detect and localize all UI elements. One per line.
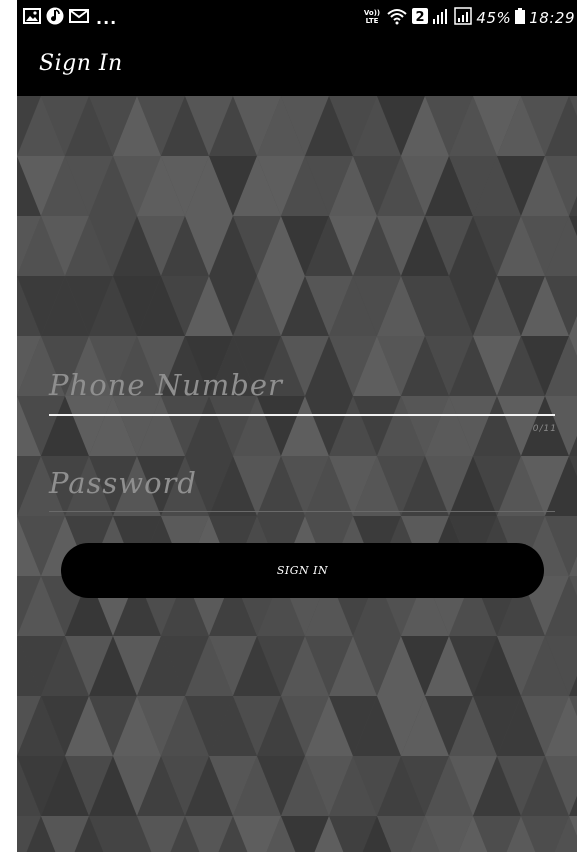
phone-number-field[interactable]: Phone Number 0/11 [49, 366, 557, 436]
mail-icon [69, 8, 89, 28]
password-field[interactable]: Password [49, 462, 555, 522]
svg-text:2: 2 [416, 10, 425, 24]
svg-text:LTE: LTE [366, 17, 379, 25]
system-status-area: Vo)) LTE 2 45% 18:29 [362, 6, 575, 30]
page-title: Sign In [39, 51, 123, 76]
clock: 18:29 [529, 9, 575, 27]
svg-text:Vo)): Vo)) [364, 9, 380, 17]
app-toolbar: Sign In [17, 38, 577, 96]
phone-number-underline [49, 414, 555, 416]
notification-area: ... [23, 6, 117, 30]
sign-in-content: Phone Number 0/11 Password SIGN IN [17, 96, 577, 852]
password-underline [49, 511, 555, 512]
more-notifications-indicator: ... [96, 8, 118, 28]
status-bar: ... Vo)) LTE 2 45% 18:29 [17, 0, 577, 38]
signal-strength-icon-2 [454, 7, 473, 29]
battery-percent: 45% [476, 9, 512, 27]
password-input[interactable]: Password [49, 466, 197, 500]
sign-in-button-label: SIGN IN [276, 564, 329, 577]
battery-icon [515, 8, 526, 28]
wifi-icon [386, 7, 408, 29]
sign-in-button[interactable]: SIGN IN [61, 543, 544, 598]
signal-strength-icon-1 [432, 7, 450, 29]
sim-2-icon: 2 [412, 8, 429, 28]
music-note-icon [46, 7, 64, 29]
phone-character-counter: 0/11 [532, 424, 557, 434]
image-icon [23, 8, 41, 28]
screen: ... Vo)) LTE 2 45% 18:29 Sign In Phone N… [0, 0, 577, 852]
phone-number-input[interactable]: Phone Number [49, 368, 283, 402]
volte-icon: Vo)) LTE [362, 7, 382, 29]
